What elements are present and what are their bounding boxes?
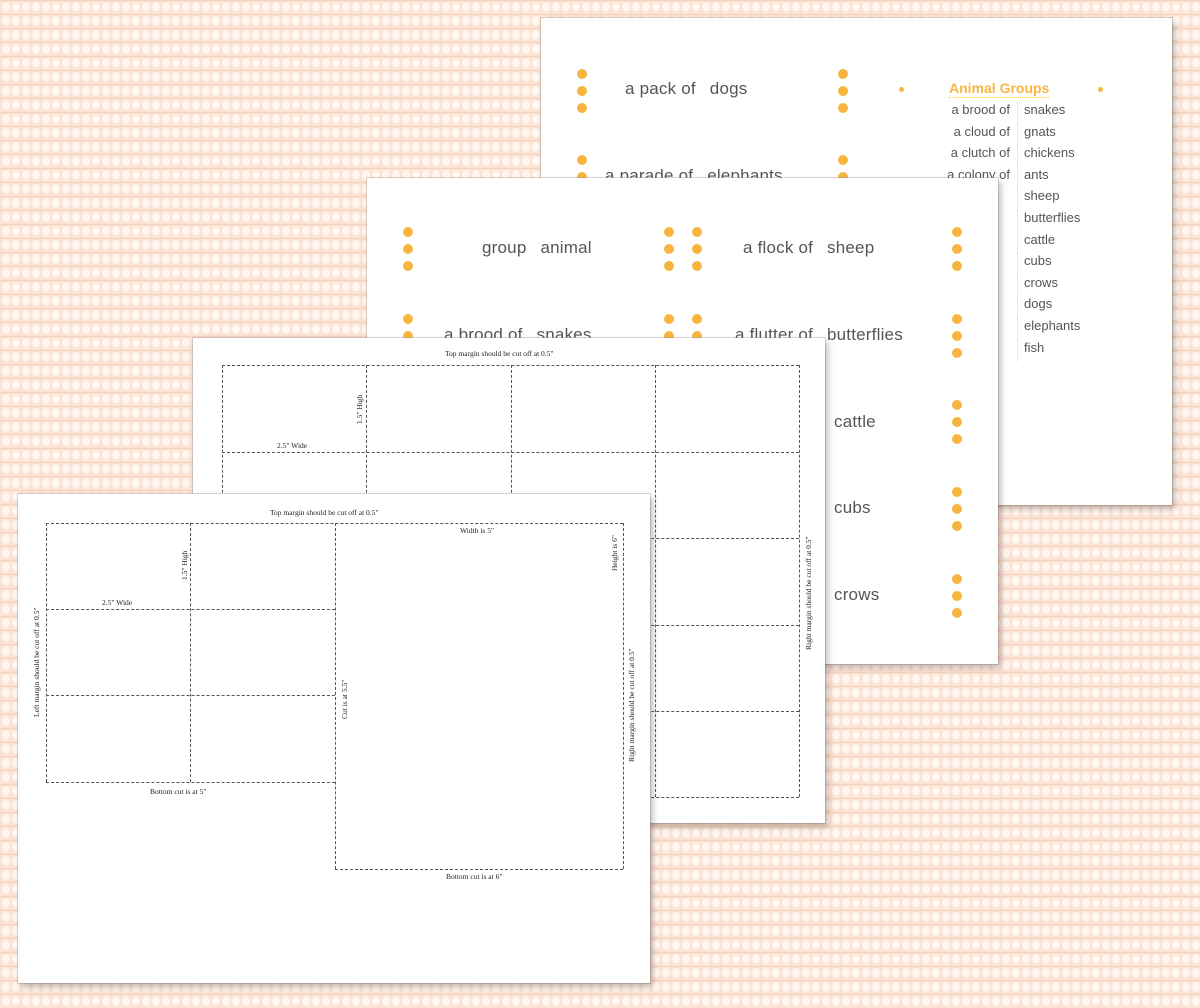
group-name: a clutch of — [950, 145, 1010, 161]
card-group: a pack of — [625, 79, 696, 98]
card-header: group animal — [482, 238, 592, 258]
height-label: 1.5" High — [180, 550, 189, 580]
cut-line — [335, 523, 336, 869]
animal-name: snakes — [1017, 102, 1065, 124]
animal-name: dogs — [1017, 296, 1052, 318]
group-name: a brood of — [951, 102, 1010, 117]
cut-line — [190, 523, 191, 782]
big-height-label: Height is 6" — [610, 535, 619, 571]
card-template-page-front: Top margin should be cut off at 0.5" 1.5… — [18, 494, 650, 983]
right-margin-label: Right margin should be cut off at 0.5" — [627, 648, 636, 762]
card-pack-of-dogs: a pack of dogs — [625, 79, 747, 99]
left-margin-label: Left margin should be cut off at 0.5" — [32, 607, 41, 717]
card-cubs: cubs — [834, 498, 871, 517]
animal-group-row: a cloud of gnats — [918, 123, 1080, 146]
cut-line — [623, 523, 624, 869]
cut-line — [799, 365, 800, 797]
card-cattle: cattle — [834, 412, 876, 431]
animal-name: gnats — [1017, 123, 1056, 146]
bullet-dot — [899, 87, 904, 92]
cut-line — [655, 365, 656, 797]
top-margin-label: Top margin should be cut off at 0.5" — [445, 349, 554, 358]
animal-name: sheep — [1017, 188, 1059, 210]
animal-name: ants — [1017, 166, 1049, 189]
animal-name: cattle — [1017, 231, 1055, 254]
top-margin-label: Top margin should be cut off at 0.5" — [270, 508, 379, 517]
dot-column — [952, 314, 962, 365]
card-group: a flock of — [743, 238, 814, 257]
card-flock-of-sheep: a flock of sheep — [743, 238, 874, 258]
dot-column — [952, 574, 962, 625]
bottom-right-label: Bottom cut is at 6" — [446, 872, 503, 881]
cut-line — [335, 869, 623, 870]
cut-line — [46, 782, 335, 783]
big-width-label: Width is 5" — [460, 526, 495, 535]
right-margin-label: Right margin should be cut off at 0.5" — [804, 536, 813, 650]
animal-groups-title: Animal Groups — [949, 80, 1050, 98]
dot-column — [692, 227, 702, 278]
animal-group-row: a brood of snakes — [918, 102, 1080, 124]
card-crows: crows — [834, 585, 880, 604]
bottom-left-label: Bottom cut is at 5" — [150, 787, 207, 796]
animal-name: cubs — [1017, 253, 1051, 275]
dot-column — [952, 487, 962, 538]
bullet-dot — [1098, 87, 1103, 92]
cut-line — [46, 523, 47, 782]
dot-column — [952, 227, 962, 278]
animal-name: elephants — [1017, 317, 1080, 340]
animal-name: butterflies — [1017, 209, 1080, 232]
card-group: group — [482, 238, 527, 257]
dot-column — [403, 227, 413, 278]
animal-name: chickens — [1017, 145, 1075, 167]
dot-column — [952, 400, 962, 451]
animal-name: crows — [1017, 274, 1058, 297]
height-label: 1.5" High — [355, 394, 364, 424]
animal-group-row: a clutch of chickens — [918, 145, 1080, 167]
group-name: a cloud of — [953, 123, 1010, 139]
card-animal: animal — [540, 238, 592, 257]
width-label: 2.5" Wide — [277, 441, 308, 450]
width-label: 2.5" Wide — [102, 598, 133, 607]
card-animal: butterflies — [827, 325, 903, 344]
animal-name: fish — [1017, 339, 1044, 362]
card-animal: dogs — [709, 79, 748, 98]
dot-column — [838, 69, 848, 120]
cut-label: Cut is at 5.5" — [340, 679, 349, 719]
card-animal: sheep — [827, 238, 875, 257]
dot-column — [577, 69, 587, 120]
dot-column — [664, 227, 674, 278]
